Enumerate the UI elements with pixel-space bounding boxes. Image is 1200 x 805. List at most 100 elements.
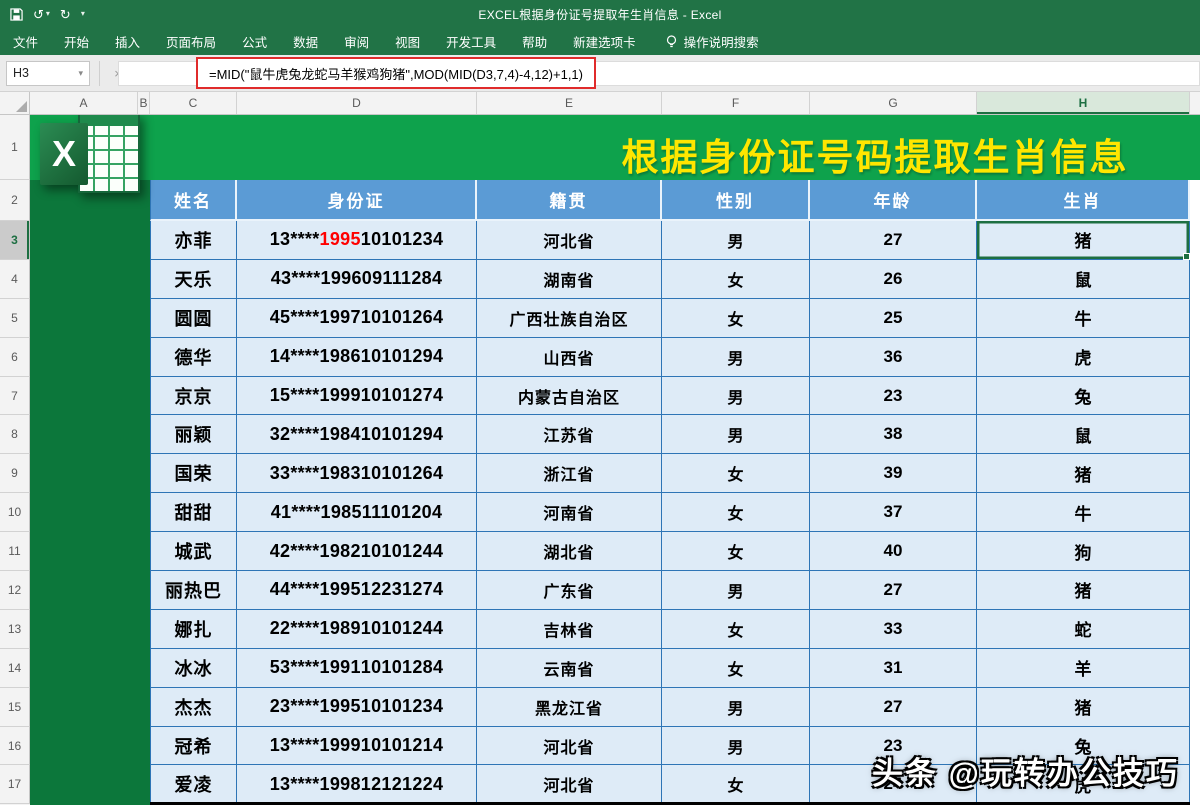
ribbon-tab-2[interactable]: 插入: [102, 28, 153, 55]
ribbon-tab-8[interactable]: 开发工具: [433, 28, 509, 55]
row-header-3[interactable]: 3: [0, 221, 30, 260]
cell-C3[interactable]: 亦菲: [150, 221, 237, 260]
cell-H13[interactable]: 蛇: [977, 610, 1190, 649]
tell-me-search[interactable]: 操作说明搜索: [665, 32, 759, 51]
cell-C9[interactable]: 国荣: [150, 454, 237, 493]
formula-text[interactable]: =MID("鼠牛虎兔龙蛇马羊猴鸡狗猪",MOD(MID(D3,7,4)-4,12…: [209, 64, 583, 83]
row-header-6[interactable]: 6: [0, 338, 30, 377]
cell-G9[interactable]: 39: [810, 454, 977, 493]
row-header-8[interactable]: 8: [0, 415, 30, 454]
cell-C10[interactable]: 甜甜: [150, 493, 237, 532]
cell-H10[interactable]: 牛: [977, 493, 1190, 532]
ribbon-tab-3[interactable]: 页面布局: [153, 28, 229, 55]
undo-icon[interactable]: ↺ ▾: [33, 8, 50, 21]
customize-qat-icon[interactable]: ▾: [81, 10, 85, 18]
cell-F15[interactable]: 男: [662, 688, 810, 727]
row-header-11[interactable]: 11: [0, 532, 30, 571]
cell-D11[interactable]: 42****198210101244: [237, 532, 477, 571]
cell-G11[interactable]: 40: [810, 532, 977, 571]
cell-H11[interactable]: 狗: [977, 532, 1190, 571]
row-header-2[interactable]: 2: [0, 180, 30, 221]
cell-C14[interactable]: 冰冰: [150, 649, 237, 688]
cell-E16[interactable]: 河北省: [477, 727, 662, 766]
ribbon-tab-5[interactable]: 数据: [280, 28, 331, 55]
row-header-15[interactable]: 15: [0, 688, 30, 727]
cell-F9[interactable]: 女: [662, 454, 810, 493]
cell-G10[interactable]: 37: [810, 493, 977, 532]
cell-E8[interactable]: 江苏省: [477, 415, 662, 454]
select-all-corner[interactable]: [0, 92, 30, 115]
cell-F11[interactable]: 女: [662, 532, 810, 571]
cell-F6[interactable]: 男: [662, 338, 810, 377]
row-header-14[interactable]: 14: [0, 649, 30, 688]
cell-F16[interactable]: 男: [662, 727, 810, 766]
table-header-id[interactable]: 身份证: [237, 180, 477, 221]
cell-C4[interactable]: 天乐: [150, 260, 237, 299]
column-header-G[interactable]: G: [810, 92, 977, 114]
cell-F17[interactable]: 女: [662, 765, 810, 804]
cell-G6[interactable]: 36: [810, 338, 977, 377]
cell-E15[interactable]: 黑龙江省: [477, 688, 662, 727]
ribbon-tab-9[interactable]: 帮助: [509, 28, 560, 55]
table-header-zodiac[interactable]: 生肖: [977, 180, 1190, 221]
row-header-10[interactable]: 10: [0, 493, 30, 532]
cell-H4[interactable]: 鼠: [977, 260, 1190, 299]
cell-C11[interactable]: 城武: [150, 532, 237, 571]
table-header-region[interactable]: 籍贯: [477, 180, 662, 221]
column-header-C[interactable]: C: [150, 92, 237, 114]
cell-H6[interactable]: 虎: [977, 338, 1190, 377]
row-header-5[interactable]: 5: [0, 299, 30, 338]
cell-E4[interactable]: 湖南省: [477, 260, 662, 299]
column-header-A[interactable]: A: [30, 92, 138, 114]
ribbon-tab-7[interactable]: 视图: [382, 28, 433, 55]
row-header-4[interactable]: 4: [0, 260, 30, 299]
cell-C6[interactable]: 德华: [150, 338, 237, 377]
column-header-H[interactable]: H: [977, 92, 1190, 114]
cell-H9[interactable]: 猪: [977, 454, 1190, 493]
column-header-B[interactable]: B: [138, 92, 150, 114]
ribbon-tab-4[interactable]: 公式: [229, 28, 280, 55]
cell-D12[interactable]: 44****199512231274: [237, 571, 477, 610]
cell-E10[interactable]: 河南省: [477, 493, 662, 532]
cell-F7[interactable]: 男: [662, 377, 810, 416]
row-header-1[interactable]: 1: [0, 115, 30, 180]
cell-F13[interactable]: 女: [662, 610, 810, 649]
cell-E5[interactable]: 广西壮族自治区: [477, 299, 662, 338]
cell-F4[interactable]: 女: [662, 260, 810, 299]
row-header-12[interactable]: 12: [0, 571, 30, 610]
cell-C15[interactable]: 杰杰: [150, 688, 237, 727]
cell-F10[interactable]: 女: [662, 493, 810, 532]
cell-D14[interactable]: 53****199110101284: [237, 649, 477, 688]
cell-D3[interactable]: 13****199510101234: [237, 221, 477, 260]
cell-G15[interactable]: 27: [810, 688, 977, 727]
cell-F8[interactable]: 男: [662, 415, 810, 454]
cell-D5[interactable]: 45****199710101264: [237, 299, 477, 338]
cell-G14[interactable]: 31: [810, 649, 977, 688]
cell-C17[interactable]: 爱凌: [150, 765, 237, 804]
cell-E14[interactable]: 云南省: [477, 649, 662, 688]
column-header-E[interactable]: E: [477, 92, 662, 114]
row-header-9[interactable]: 9: [0, 454, 30, 493]
cell-D13[interactable]: 22****198910101244: [237, 610, 477, 649]
cell-H14[interactable]: 羊: [977, 649, 1190, 688]
row-header-13[interactable]: 13: [0, 610, 30, 649]
cell-G12[interactable]: 27: [810, 571, 977, 610]
cell-G3[interactable]: 27: [810, 221, 977, 260]
name-box-dropdown-icon[interactable]: ▾: [78, 68, 83, 79]
cell-D9[interactable]: 33****198310101264: [237, 454, 477, 493]
row-header-7[interactable]: 7: [0, 377, 30, 416]
ribbon-tab-6[interactable]: 审阅: [331, 28, 382, 55]
cell-C5[interactable]: 圆圆: [150, 299, 237, 338]
cell-G13[interactable]: 33: [810, 610, 977, 649]
cell-G4[interactable]: 26: [810, 260, 977, 299]
column-header-F[interactable]: F: [662, 92, 810, 114]
cell-G5[interactable]: 25: [810, 299, 977, 338]
cell-H3[interactable]: 猪: [977, 221, 1190, 260]
cell-F14[interactable]: 女: [662, 649, 810, 688]
cell-C12[interactable]: 丽热巴: [150, 571, 237, 610]
ribbon-tab-10[interactable]: 新建选项卡: [560, 28, 649, 55]
cell-E17[interactable]: 河北省: [477, 765, 662, 804]
cell-H8[interactable]: 鼠: [977, 415, 1190, 454]
cell-D4[interactable]: 43****199609111284: [237, 260, 477, 299]
cell-C16[interactable]: 冠希: [150, 727, 237, 766]
